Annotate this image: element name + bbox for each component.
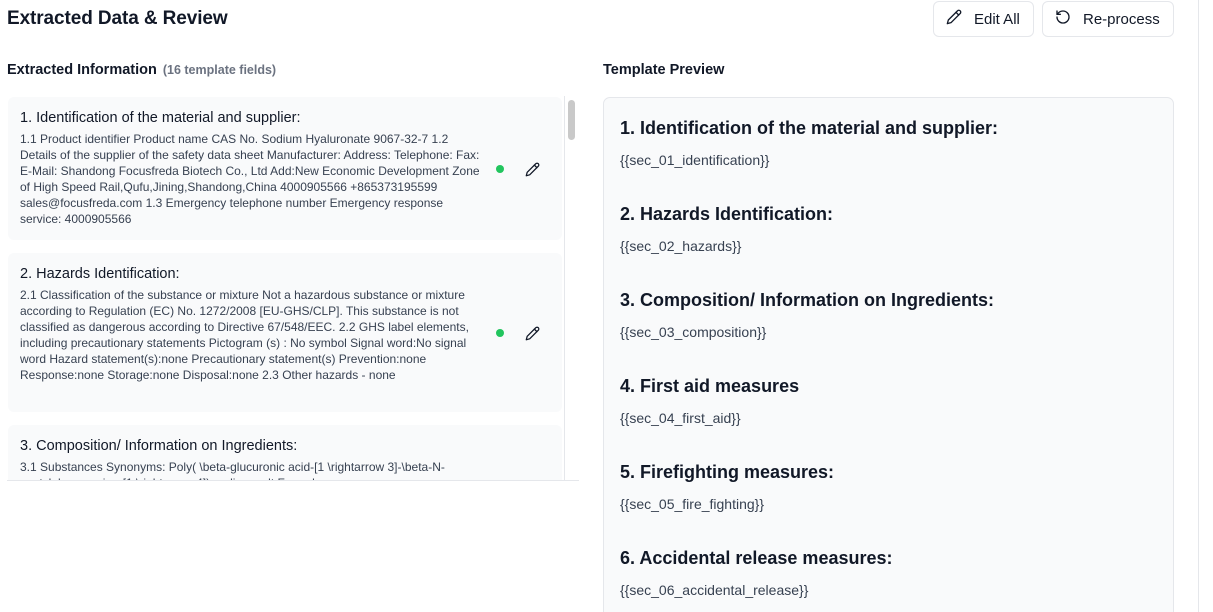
preview-section-heading: 6. Accidental release measures:	[620, 548, 893, 568]
list-scrollbar-thumb[interactable]	[568, 100, 575, 140]
preview-placeholder: {{sec_04_first_aid}}	[620, 410, 741, 426]
page-title: Extracted Data & Review	[7, 8, 228, 29]
preview-section-heading: 2. Hazards Identification:	[620, 204, 834, 224]
preview-section-heading: 5. Firefighting measures:	[620, 462, 835, 482]
preview-section: 1. Identification of the material and su…	[620, 118, 1157, 170]
field-card[interactable]: 1. Identification of the material and su…	[8, 97, 562, 240]
field-card-title: 3. Composition/ Information on Ingredien…	[20, 438, 298, 454]
field-card[interactable]: 3. Composition/ Information on Ingredien…	[8, 425, 562, 480]
field-card-text: 2.1 Classification of the substance or m…	[20, 288, 469, 382]
preview-section-heading: 1. Identification of the material and su…	[620, 118, 999, 138]
field-card-text: 3.1 Substances Synonyms: Poly( \beta-glu…	[20, 460, 445, 480]
extracted-information-heading: Extracted Information (16 template fields…	[7, 62, 276, 78]
preview-section: 5. Firefighting measures: {{sec_05_fire_…	[620, 462, 1157, 514]
template-preview-heading: Template Preview	[603, 62, 724, 78]
preview-section-heading: 4. First aid measures	[620, 376, 800, 396]
edit-all-label: Edit All	[974, 10, 1020, 28]
preview-placeholder: {{sec_01_identification}}	[620, 152, 770, 168]
status-complete-icon	[496, 165, 504, 173]
pencil-icon	[525, 162, 540, 177]
template-preview-title: Template Preview	[603, 62, 725, 78]
preview-placeholder: {{sec_03_composition}}	[620, 324, 767, 340]
preview-section: 6. Accidental release measures: {{sec_06…	[620, 548, 1157, 600]
preview-section: 3. Composition/ Information on Ingredien…	[620, 290, 1157, 342]
rotate-ccw-icon	[1055, 9, 1071, 29]
reprocess-button[interactable]: Re-process	[1042, 1, 1174, 37]
list-scrollbar-track[interactable]	[564, 96, 579, 480]
edit-field-button[interactable]	[523, 324, 541, 342]
preview-placeholder: {{sec_06_accidental_release}}	[620, 582, 809, 598]
preview-placeholder: {{sec_02_hazards}}	[620, 238, 742, 254]
reprocess-label: Re-process	[1083, 10, 1160, 28]
preview-section: 2. Hazards Identification: {{sec_02_haza…	[620, 204, 1157, 256]
preview-placeholder: {{sec_05_fire_fighting}}	[620, 496, 765, 512]
edit-all-button[interactable]: Edit All	[933, 1, 1034, 37]
status-complete-icon	[496, 329, 504, 337]
template-preview-panel: 1. Identification of the material and su…	[603, 97, 1174, 612]
pencil-icon	[946, 9, 962, 29]
edit-field-button[interactable]	[523, 160, 541, 178]
preview-section: 4. First aid measures {{sec_04_first_aid…	[620, 376, 1157, 428]
pencil-icon	[525, 326, 540, 341]
field-card[interactable]: 2. Hazards Identification: 2.1 Classific…	[8, 253, 562, 412]
page-scrollbar[interactable]	[1198, 0, 1199, 612]
extracted-fields-list[interactable]: 1. Identification of the material and su…	[7, 96, 579, 481]
field-card-title: 1. Identification of the material and su…	[20, 110, 301, 126]
template-field-count: (16 template fields)	[162, 63, 277, 77]
preview-section-heading: 3. Composition/ Information on Ingredien…	[620, 290, 994, 310]
field-card-title: 2. Hazards Identification:	[20, 266, 180, 282]
extracted-information-title: Extracted Information	[7, 62, 157, 78]
field-card-text: 1.1 Product identifier Product name CAS …	[20, 132, 480, 226]
